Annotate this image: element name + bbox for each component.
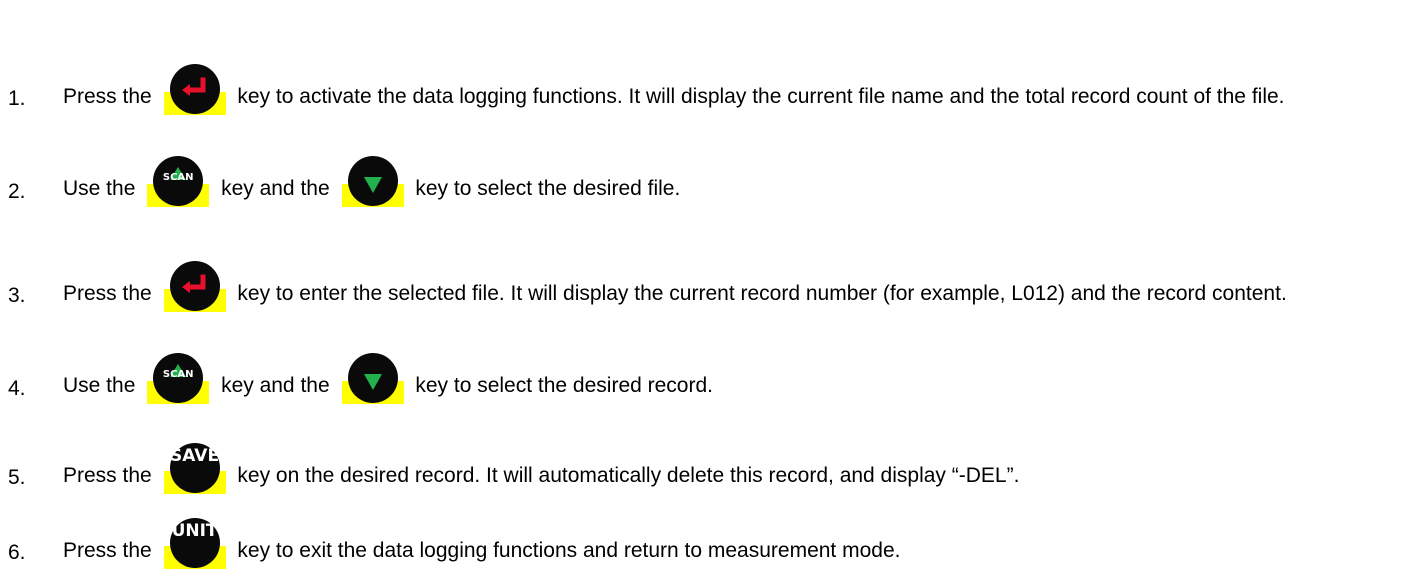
step-text: key to activate the data logging functio…: [237, 85, 1285, 108]
step-number: 4.: [8, 377, 26, 400]
step-text: Press the: [63, 464, 152, 487]
step-number: 5.: [8, 466, 26, 489]
unit-caption: UNIT: [171, 521, 218, 541]
scan-up-icon: SCAN: [147, 156, 210, 207]
unit-icon: UNIT: [163, 518, 226, 569]
step-text: key on the desired record. It will autom…: [237, 464, 1020, 487]
enter-icon: [163, 261, 226, 312]
coat-caption: COAT: [357, 345, 388, 356]
step-text: Press the: [63, 85, 152, 108]
coat-down-icon: COAT: [341, 148, 404, 207]
step-number: 6.: [8, 541, 26, 564]
step-text: Use the: [63, 374, 136, 397]
step-number: 2.: [8, 180, 26, 203]
step-text: key to enter the selected file. It will …: [237, 282, 1287, 305]
step-text: Press the: [63, 282, 152, 305]
save-icon: SAVE: [163, 443, 226, 494]
step-text: key and the: [221, 374, 330, 397]
scan-up-icon: SCAN: [147, 353, 210, 404]
step-text: key to select the desired file.: [415, 177, 681, 200]
coat-caption: COAT: [357, 148, 388, 159]
step-text: key to exit the data logging functions a…: [237, 539, 901, 562]
step-text: Use the: [63, 177, 136, 200]
scan-caption: SCAN: [162, 369, 194, 380]
step-number: 1.: [8, 87, 26, 110]
step-text: key to select the desired record.: [415, 374, 713, 397]
scan-caption: SCAN: [162, 172, 194, 183]
step-text: Press the: [63, 539, 152, 562]
step-number: 3.: [8, 284, 26, 307]
step-text: key and the: [221, 177, 330, 200]
save-caption: SAVE: [170, 446, 220, 466]
coat-down-icon: COAT: [341, 345, 404, 404]
enter-icon: [163, 64, 226, 115]
